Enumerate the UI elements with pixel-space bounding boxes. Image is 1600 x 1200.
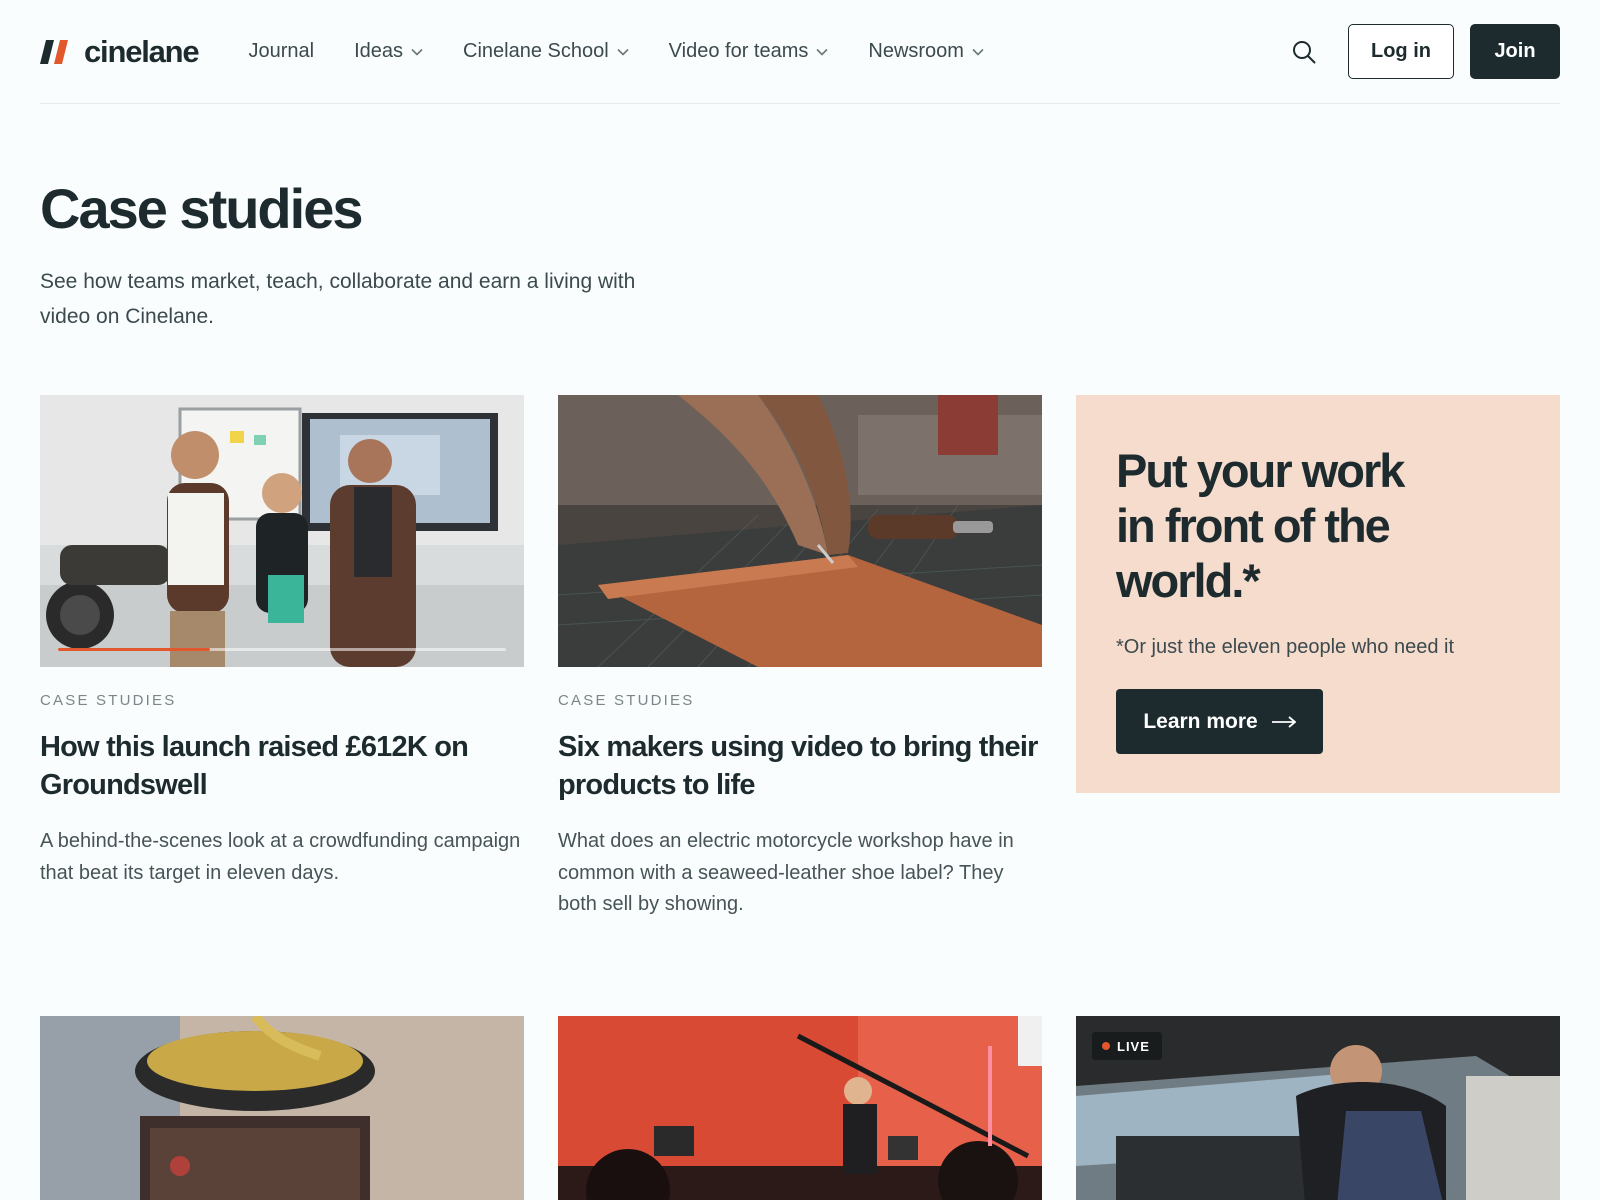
brand-name: cinelane: [84, 33, 200, 69]
page-title: Case studies: [40, 177, 363, 240]
card-thumbnail[interactable]: [558, 395, 1042, 667]
chevron-down-icon: [972, 48, 984, 56]
card-description: What does an electric motorcycle worksho…: [558, 830, 1014, 915]
site-header: cinelane Journal Ideas Cinelane School V…: [40, 0, 1560, 104]
promo-title: Put your work in front of the world.*: [1116, 444, 1405, 607]
promo-note: *Or just the eleven people who need it: [1116, 636, 1454, 658]
case-study-card[interactable]: CASE STUDIES How this launch raised £612…: [40, 395, 524, 889]
nav-item-ideas[interactable]: Ideas: [354, 40, 423, 63]
page-intro: See how teams market, teach, collaborate…: [40, 270, 636, 328]
chevron-down-icon: [617, 48, 629, 56]
video-progress-bar[interactable]: [58, 648, 506, 651]
card-title[interactable]: How this launch raised £612K on Groundsw…: [40, 728, 524, 804]
nav-item-video-for-teams[interactable]: Video for teams: [669, 40, 829, 63]
video-progress-fill: [58, 648, 211, 651]
card-title[interactable]: Six makers using video to bring their pr…: [558, 728, 1042, 804]
card-thumbnail-video[interactable]: [40, 395, 524, 667]
nav-item-label: Journal: [248, 40, 315, 62]
nav-item-cinelane-school[interactable]: Cinelane School: [463, 40, 629, 63]
nav-item-journal[interactable]: Journal: [248, 40, 314, 63]
card-thumbnail-live[interactable]: LIVE: [1076, 1016, 1560, 1200]
card-thumbnail[interactable]: [40, 1016, 524, 1200]
main-nav: Journal Ideas Cinelane School Video for …: [248, 40, 1024, 63]
live-dot-icon: [1102, 1042, 1110, 1050]
live-badge: LIVE: [1092, 1032, 1162, 1060]
card-category: CASE STUDIES: [558, 692, 695, 709]
search-icon: [1293, 40, 1316, 63]
nav-item-label: Newsroom: [868, 40, 964, 62]
card-category: CASE STUDIES: [40, 692, 177, 709]
chevron-down-icon: [411, 48, 423, 56]
arrow-right-icon: [1271, 715, 1296, 728]
join-button[interactable]: Join: [1470, 24, 1560, 79]
nav-item-label: Video for teams: [668, 40, 809, 62]
nav-item-newsroom[interactable]: Newsroom: [868, 40, 984, 63]
chevron-down-icon: [816, 48, 828, 56]
card-description: A behind-the-scenes look at a crowdfundi…: [40, 830, 521, 884]
brand-logo[interactable]: cinelane: [40, 33, 200, 70]
logo-mark-icon: [40, 39, 68, 64]
nav-item-label: Ideas: [354, 40, 404, 62]
case-study-card[interactable]: CASE STUDIES Six makers using video to b…: [558, 395, 1042, 921]
nav-item-label: Cinelane School: [463, 40, 609, 62]
card-thumbnail[interactable]: [558, 1016, 1042, 1200]
live-badge-label: LIVE: [1117, 1038, 1150, 1054]
team-photo-image: [40, 395, 524, 667]
header-actions: Log in Join: [1286, 24, 1560, 79]
cooking-pot-image: [40, 1016, 524, 1200]
promo-panel: Put your work in front of the world.* *O…: [1076, 395, 1560, 793]
leather-craft-image: [558, 395, 1042, 667]
film-set-image: [558, 1016, 1042, 1200]
login-button[interactable]: Log in: [1348, 24, 1454, 79]
learn-more-button[interactable]: Learn more: [1116, 689, 1323, 754]
learn-more-label: Learn more: [1143, 709, 1258, 733]
search-button[interactable]: [1286, 34, 1322, 70]
